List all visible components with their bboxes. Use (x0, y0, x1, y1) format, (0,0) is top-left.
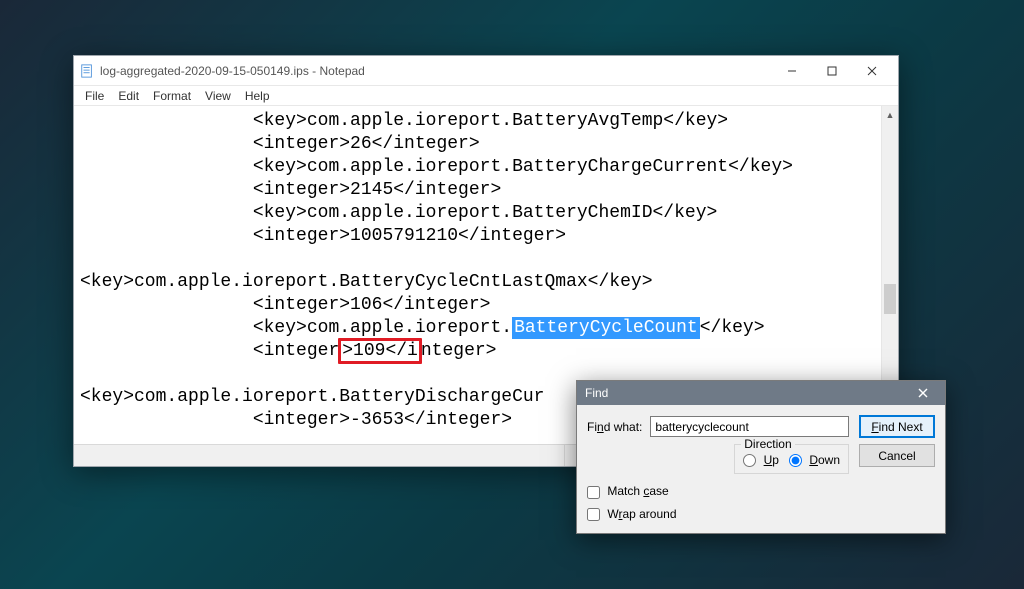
direction-down[interactable]: Down (789, 453, 840, 467)
maximize-button[interactable] (812, 57, 852, 85)
menu-help[interactable]: Help (238, 87, 277, 105)
find-close-button[interactable] (909, 382, 937, 404)
find-what-input[interactable] (650, 416, 849, 437)
window-controls (772, 57, 892, 85)
find-title: Find (585, 386, 608, 400)
find-titlebar[interactable]: Find (577, 381, 945, 405)
wrap-around-checkbox[interactable]: Wrap around (587, 507, 935, 521)
close-button[interactable] (852, 57, 892, 85)
minimize-button[interactable] (772, 57, 812, 85)
match-case-checkbox[interactable]: Match case (587, 484, 935, 498)
direction-group: Direction Up Down (734, 444, 849, 474)
direction-up[interactable]: Up (743, 453, 779, 467)
find-dialog: Find Find what: Find Next Direction Up D… (576, 380, 946, 534)
menu-format[interactable]: Format (146, 87, 198, 105)
menu-view[interactable]: View (198, 87, 238, 105)
cancel-button[interactable]: Cancel (859, 444, 935, 467)
notepad-icon (80, 64, 94, 78)
menu-file[interactable]: File (78, 87, 111, 105)
find-next-button[interactable]: Find Next (859, 415, 935, 438)
titlebar[interactable]: log-aggregated-2020-09-15-050149.ips - N… (74, 56, 898, 86)
window-title: log-aggregated-2020-09-15-050149.ips - N… (100, 64, 365, 78)
menubar: File Edit Format View Help (74, 86, 898, 106)
menu-edit[interactable]: Edit (111, 87, 146, 105)
find-what-label: Find what: (587, 420, 642, 434)
direction-label: Direction (741, 437, 794, 451)
scroll-up-arrow-icon[interactable]: ▲ (882, 106, 898, 123)
scroll-thumb[interactable] (884, 284, 896, 314)
